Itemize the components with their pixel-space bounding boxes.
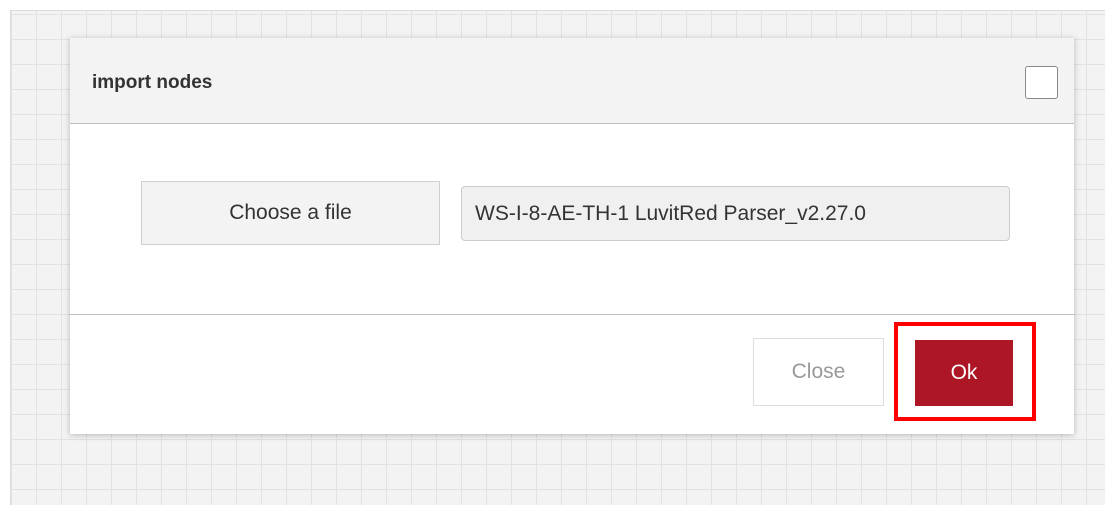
ok-button[interactable]: Ok bbox=[915, 340, 1013, 406]
choose-file-button[interactable]: Choose a file bbox=[141, 181, 440, 245]
dialog-header: import nodes bbox=[70, 38, 1074, 124]
file-name-field[interactable]: WS-I-8-AE-TH-1 LuvitRed Parser_v2.27.0 bbox=[461, 186, 1010, 241]
header-checkbox[interactable] bbox=[1025, 66, 1058, 99]
import-nodes-dialog: import nodes Choose a file WS-I-8-AE-TH-… bbox=[70, 38, 1074, 434]
dialog-title: import nodes bbox=[92, 72, 213, 93]
close-button[interactable]: Close bbox=[753, 338, 884, 406]
dialog-body: Choose a file WS-I-8-AE-TH-1 LuvitRed Pa… bbox=[70, 124, 1074, 315]
